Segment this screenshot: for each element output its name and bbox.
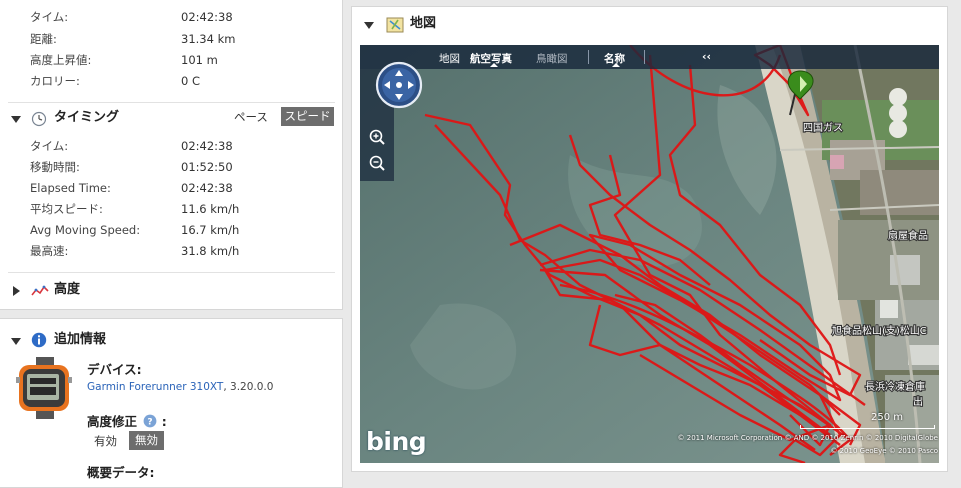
timing-row-time: タイム: 02:42:38	[30, 136, 330, 156]
divider	[8, 272, 335, 273]
timing-collapse-toggle[interactable]	[8, 109, 28, 129]
chevron-right-icon	[13, 286, 20, 296]
zoom-out-icon	[369, 155, 385, 171]
zoom-out-button[interactable]	[367, 153, 387, 173]
map-view[interactable]: 四国ガス 扇屋食品 旭食品松山(支)松山C 長浜冷凍倉庫 出 地図 航空写真 鳥…	[360, 45, 939, 463]
elevation-correction-label: 高度修正	[87, 414, 138, 429]
row-value: 16.7 km/h	[181, 223, 240, 237]
elevation-correction-colon: :	[161, 414, 167, 429]
zoom-in-icon	[369, 129, 385, 145]
device-link[interactable]: Garmin Forerunner 310XT	[87, 381, 223, 393]
row-value: 02:42:38	[181, 139, 233, 153]
row-label: 移動時間:	[30, 160, 80, 174]
row-label: タイム:	[30, 10, 69, 24]
zoom-in-button[interactable]	[367, 127, 387, 147]
map-copyright-1: © 2011 Microsoft Corporation © AND © 201…	[677, 434, 938, 442]
device-watch-icon	[16, 357, 74, 422]
device-label: デバイス:	[87, 362, 142, 377]
summary-row-calories: カロリー: 0 C	[30, 71, 330, 91]
bing-logo: bing	[366, 427, 427, 456]
scale-bar	[800, 425, 935, 429]
device-info: Garmin Forerunner 310XT, 3.20.0.0	[87, 381, 273, 393]
row-label: 高度上昇値:	[30, 53, 92, 67]
speed-toggle[interactable]: スピード	[281, 107, 334, 126]
map-label-nagahama: 長浜冷凍倉庫	[865, 380, 925, 393]
row-label: Avg Moving Speed:	[30, 223, 141, 237]
dropdown-caret-icon	[490, 63, 498, 67]
summary-timing-panel: タイム: 02:42:38 距離: 31.34 km 高度上昇値: 101 m …	[0, 0, 343, 310]
satellite-map-image: 四国ガス 扇屋食品 旭食品松山(支)松山C 長浜冷凍倉庫 出	[360, 45, 939, 463]
pace-toggle[interactable]: ペース	[230, 107, 272, 127]
map-copyright-2: © 2010 GeoEye © 2010 Pasco	[830, 447, 938, 455]
elevation-chart-icon	[31, 283, 49, 302]
row-label: タイム:	[30, 139, 69, 153]
elevation-correction-enabled-toggle[interactable]: 有効	[91, 432, 120, 450]
map-label-asahi-foods: 旭食品松山(支)松山C	[832, 324, 927, 337]
pan-control[interactable]	[375, 61, 423, 109]
toolbar-separator	[588, 50, 589, 64]
toolbar-collapse-button[interactable]: ‹‹	[702, 50, 711, 63]
summary-row-elevation-gain: 高度上昇値: 101 m	[30, 50, 330, 70]
row-value: 02:42:38	[181, 181, 233, 195]
clock-icon	[31, 111, 47, 130]
summary-row-time: タイム: 02:42:38	[30, 7, 330, 27]
map-mode-road[interactable]: 地図	[439, 51, 460, 66]
info-icon	[31, 332, 47, 351]
row-value: 31.8 km/h	[181, 244, 240, 258]
elevation-expand-toggle[interactable]	[8, 281, 28, 301]
chevron-down-icon	[11, 338, 21, 345]
dropdown-caret-icon	[612, 63, 620, 67]
timing-row-avg-speed: 平均スピード: 11.6 km/h	[30, 199, 330, 219]
map-icon	[386, 16, 404, 37]
extra-info-panel: 追加情報 デバイス: Garmin Forerunner 310XT, 3.20…	[0, 318, 343, 488]
map-panel: 地図 四国ガス 扇屋食品 旭食品松山(支)松山C 長浜冷凍倉庫 出 地図 航空写…	[351, 6, 948, 472]
scale-label: 250 m	[871, 412, 904, 423]
chevron-down-icon	[364, 22, 374, 29]
activity-details-column: タイム: 02:42:38 距離: 31.34 km 高度上昇値: 101 m …	[0, 0, 343, 488]
svg-text:?: ?	[148, 418, 153, 428]
elevation-title: 高度	[54, 282, 81, 297]
help-icon[interactable]: ?	[143, 414, 157, 428]
row-label: 平均スピード:	[30, 202, 103, 216]
toolbar-separator	[644, 50, 645, 64]
extra-info-title: 追加情報	[54, 332, 107, 347]
row-value: 01:52:50	[181, 160, 233, 174]
device-version: , 3.20.0.0	[223, 381, 274, 393]
timing-row-moving-time: 移動時間: 01:52:50	[30, 157, 330, 177]
timing-row-avg-moving-speed: Avg Moving Speed: 16.7 km/h	[30, 220, 330, 240]
chevron-down-icon	[11, 116, 21, 123]
summary-row-distance: 距離: 31.34 km	[30, 29, 330, 49]
extra-info-collapse-toggle[interactable]	[8, 331, 28, 351]
row-value: 0 C	[181, 74, 201, 88]
timing-row-elapsed-time: Elapsed Time: 02:42:38	[30, 178, 330, 198]
map-collapse-toggle[interactable]	[361, 16, 381, 36]
row-label: Elapsed Time:	[30, 181, 111, 195]
map-label-shikoku-gas: 四国ガス	[803, 122, 843, 134]
row-value: 101 m	[181, 53, 218, 67]
map-label-de: 出	[913, 395, 923, 408]
row-value: 11.6 km/h	[181, 202, 240, 216]
divider	[8, 102, 335, 103]
timing-title: タイミング	[54, 110, 120, 125]
timing-row-max-speed: 最高速: 31.8 km/h	[30, 241, 330, 261]
overview-data-label: 概要データ:	[87, 465, 155, 480]
map-mode-birdseye[interactable]: 鳥瞰図	[536, 51, 568, 66]
map-label-ougiya: 扇屋食品	[888, 229, 928, 242]
row-label: 距離:	[30, 32, 57, 46]
map-title: 地図	[410, 16, 437, 31]
row-value: 31.34 km	[181, 32, 236, 46]
elevation-correction-disabled-toggle[interactable]: 無効	[129, 431, 164, 450]
row-label: 最高速:	[30, 244, 69, 258]
elevation-correction-row: 高度修正 ? :	[87, 411, 167, 430]
row-label: カロリー:	[30, 74, 80, 88]
row-value: 02:42:38	[181, 10, 233, 24]
